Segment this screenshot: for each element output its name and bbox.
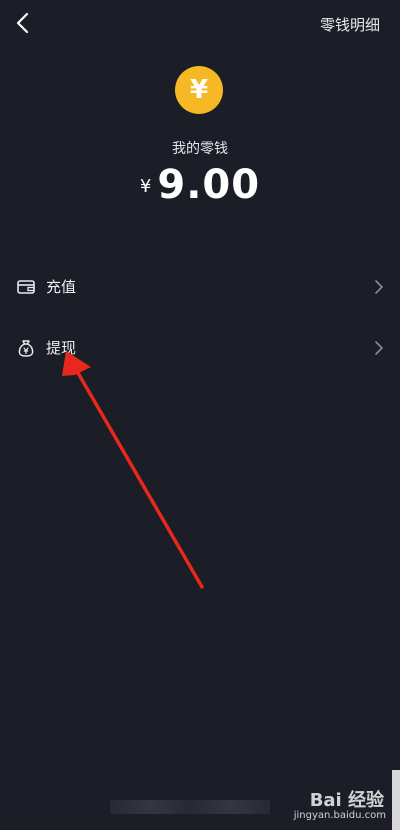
yuan-symbol: ¥ bbox=[189, 75, 209, 105]
change-detail-link[interactable]: 零钱明细 bbox=[320, 14, 380, 35]
top-bar: 零钱明细 bbox=[0, 0, 400, 48]
menu-label-recharge: 充值 bbox=[46, 278, 77, 296]
menu-label-withdraw: 提现 bbox=[46, 339, 77, 357]
money-bag-icon bbox=[18, 340, 34, 357]
menu-item-recharge[interactable]: 充值 bbox=[0, 267, 400, 307]
watermark-logo: Bai 经验 bbox=[309, 790, 384, 811]
chevron-right-icon bbox=[375, 341, 383, 355]
watermark-url: jingyan.baidu.com bbox=[293, 810, 386, 821]
chevron-left-icon bbox=[16, 12, 29, 34]
home-indicator bbox=[110, 800, 270, 814]
chevron-right-icon bbox=[375, 280, 383, 294]
balance-label: 我的零钱 bbox=[172, 141, 228, 157]
balance-amount: 9.00 bbox=[157, 162, 261, 208]
wallet-card-icon bbox=[17, 280, 35, 294]
annotation-arrow bbox=[62, 351, 204, 589]
currency-symbol: ¥ bbox=[139, 176, 152, 197]
balance-display: ¥9.00 bbox=[0, 162, 400, 208]
scrollbar-edge bbox=[392, 770, 400, 830]
wallet-screen: 零钱明细 ¥ 我的零钱 ¥9.00 充值 提现 Bai 经验 jingyan.b… bbox=[0, 0, 400, 830]
menu-item-withdraw[interactable]: 提现 bbox=[0, 328, 400, 368]
back-button[interactable] bbox=[12, 10, 36, 38]
coin-icon: ¥ bbox=[175, 66, 223, 114]
